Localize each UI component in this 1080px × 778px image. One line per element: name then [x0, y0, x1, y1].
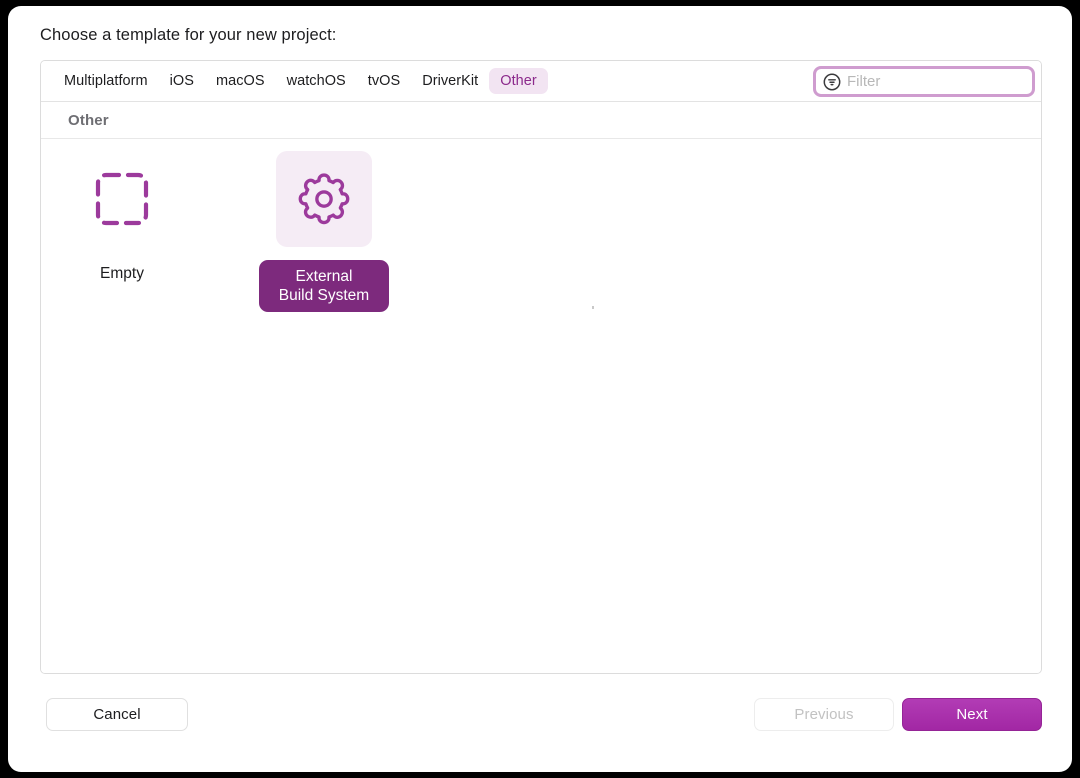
- previous-button[interactable]: Previous: [754, 698, 894, 731]
- template-grid: Empty External Build System: [41, 139, 1041, 673]
- template-chooser-panel: Multiplatform iOS macOS watchOS tvOS Dri…: [40, 60, 1042, 674]
- section-header: Other: [41, 102, 1041, 139]
- filter-field[interactable]: [813, 66, 1035, 97]
- dialog-prompt: Choose a template for your new project:: [40, 26, 337, 44]
- dialog-body: Choose a template for your new project: …: [40, 24, 1042, 754]
- platform-tab-bar: Multiplatform iOS macOS watchOS tvOS Dri…: [41, 61, 1041, 102]
- tab-multiplatform[interactable]: Multiplatform: [53, 68, 159, 94]
- template-label: Empty: [100, 265, 144, 282]
- tab-driverkit[interactable]: DriverKit: [411, 68, 489, 94]
- filter-input[interactable]: [847, 70, 1026, 93]
- tab-other[interactable]: Other: [489, 68, 548, 94]
- template-tile: [276, 151, 372, 247]
- tab-ios[interactable]: iOS: [159, 68, 205, 94]
- tab-watchos[interactable]: watchOS: [276, 68, 357, 94]
- template-item-empty[interactable]: Empty: [55, 151, 189, 312]
- template-item-external-build-system[interactable]: External Build System: [257, 151, 391, 312]
- next-button[interactable]: Next: [902, 698, 1042, 731]
- template-label: External Build System: [258, 260, 390, 312]
- tab-macos[interactable]: macOS: [205, 68, 276, 94]
- tab-tvos[interactable]: tvOS: [357, 68, 411, 94]
- dialog-footer: Cancel Previous Next: [40, 698, 1042, 732]
- section-header-label: Other: [68, 111, 109, 129]
- template-tile: [74, 151, 170, 247]
- new-project-dialog-window: Choose a template for your new project: …: [8, 6, 1072, 772]
- filter-circle-icon: [823, 73, 841, 90]
- dashed-square-icon: [95, 172, 149, 226]
- cancel-button[interactable]: Cancel: [46, 698, 188, 731]
- gear-icon: [298, 173, 350, 225]
- stray-pixel-artifact: [592, 306, 594, 309]
